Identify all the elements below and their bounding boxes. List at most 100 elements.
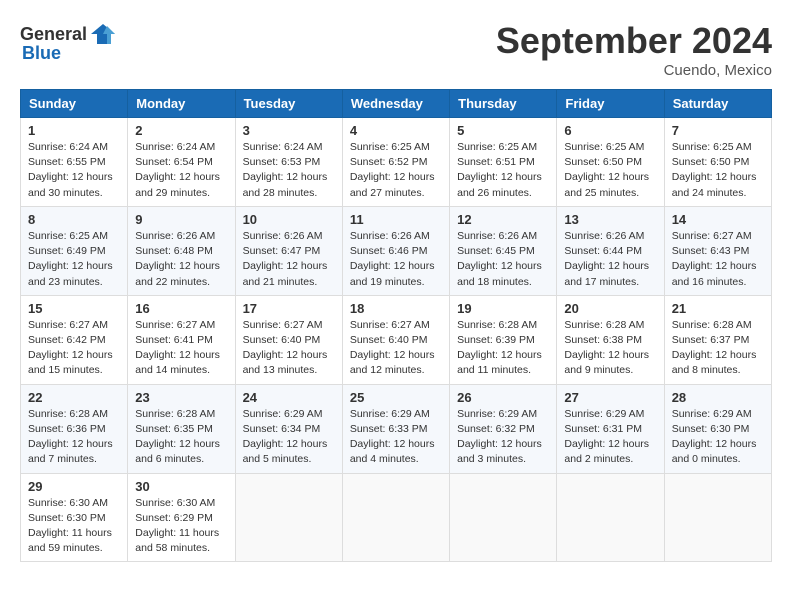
sunrise-label: Sunrise: 6:29 AM	[564, 408, 644, 420]
sunset-label: Sunset: 6:42 PM	[28, 334, 106, 346]
day-info: Sunrise: 6:27 AM Sunset: 6:41 PM Dayligh…	[135, 318, 227, 379]
sunset-label: Sunset: 6:48 PM	[135, 245, 213, 257]
day-number: 9	[135, 212, 227, 227]
day-of-week-header: Wednesday	[342, 90, 449, 118]
sunrise-label: Sunrise: 6:30 AM	[135, 497, 215, 509]
sunset-label: Sunset: 6:37 PM	[672, 334, 750, 346]
title-block: September 2024 Cuendo, Mexico	[496, 20, 772, 79]
calendar-day-cell: 15 Sunrise: 6:27 AM Sunset: 6:42 PM Dayl…	[21, 295, 128, 384]
calendar-day-cell: 23 Sunrise: 6:28 AM Sunset: 6:35 PM Dayl…	[128, 384, 235, 473]
sunset-label: Sunset: 6:53 PM	[243, 156, 321, 168]
calendar-day-cell	[342, 473, 449, 562]
day-number: 15	[28, 301, 120, 316]
daylight-label: Daylight: 12 hours and 24 minutes.	[672, 171, 757, 198]
daylight-label: Daylight: 12 hours and 18 minutes.	[457, 260, 542, 287]
calendar-day-cell: 24 Sunrise: 6:29 AM Sunset: 6:34 PM Dayl…	[235, 384, 342, 473]
sunrise-label: Sunrise: 6:25 AM	[564, 141, 644, 153]
daylight-label: Daylight: 12 hours and 27 minutes.	[350, 171, 435, 198]
day-info: Sunrise: 6:26 AM Sunset: 6:45 PM Dayligh…	[457, 229, 549, 290]
sunset-label: Sunset: 6:49 PM	[28, 245, 106, 257]
day-number: 17	[243, 301, 335, 316]
logo-text-general: General	[20, 25, 87, 43]
calendar-day-cell: 3 Sunrise: 6:24 AM Sunset: 6:53 PM Dayli…	[235, 118, 342, 207]
day-info: Sunrise: 6:27 AM Sunset: 6:43 PM Dayligh…	[672, 229, 764, 290]
day-info: Sunrise: 6:29 AM Sunset: 6:33 PM Dayligh…	[350, 407, 442, 468]
day-number: 22	[28, 390, 120, 405]
day-info: Sunrise: 6:29 AM Sunset: 6:34 PM Dayligh…	[243, 407, 335, 468]
sunset-label: Sunset: 6:43 PM	[672, 245, 750, 257]
sunrise-label: Sunrise: 6:29 AM	[457, 408, 537, 420]
daylight-label: Daylight: 12 hours and 9 minutes.	[564, 349, 649, 376]
daylight-label: Daylight: 12 hours and 3 minutes.	[457, 438, 542, 465]
daylight-label: Daylight: 12 hours and 15 minutes.	[28, 349, 113, 376]
daylight-label: Daylight: 12 hours and 7 minutes.	[28, 438, 113, 465]
sunset-label: Sunset: 6:50 PM	[672, 156, 750, 168]
calendar-day-cell: 28 Sunrise: 6:29 AM Sunset: 6:30 PM Dayl…	[664, 384, 771, 473]
calendar-day-cell: 18 Sunrise: 6:27 AM Sunset: 6:40 PM Dayl…	[342, 295, 449, 384]
sunset-label: Sunset: 6:40 PM	[350, 334, 428, 346]
sunrise-label: Sunrise: 6:26 AM	[135, 230, 215, 242]
day-number: 28	[672, 390, 764, 405]
day-number: 29	[28, 479, 120, 494]
calendar-day-cell: 27 Sunrise: 6:29 AM Sunset: 6:31 PM Dayl…	[557, 384, 664, 473]
day-of-week-header: Tuesday	[235, 90, 342, 118]
calendar-day-cell: 1 Sunrise: 6:24 AM Sunset: 6:55 PM Dayli…	[21, 118, 128, 207]
calendar-day-cell: 5 Sunrise: 6:25 AM Sunset: 6:51 PM Dayli…	[450, 118, 557, 207]
daylight-label: Daylight: 12 hours and 6 minutes.	[135, 438, 220, 465]
daylight-label: Daylight: 12 hours and 12 minutes.	[350, 349, 435, 376]
sunrise-label: Sunrise: 6:25 AM	[672, 141, 752, 153]
day-info: Sunrise: 6:30 AM Sunset: 6:29 PM Dayligh…	[135, 496, 227, 557]
day-number: 19	[457, 301, 549, 316]
day-info: Sunrise: 6:29 AM Sunset: 6:31 PM Dayligh…	[564, 407, 656, 468]
sunset-label: Sunset: 6:34 PM	[243, 423, 321, 435]
sunrise-label: Sunrise: 6:26 AM	[350, 230, 430, 242]
calendar-day-cell: 6 Sunrise: 6:25 AM Sunset: 6:50 PM Dayli…	[557, 118, 664, 207]
calendar-day-cell	[557, 473, 664, 562]
sunset-label: Sunset: 6:31 PM	[564, 423, 642, 435]
sunrise-label: Sunrise: 6:30 AM	[28, 497, 108, 509]
sunrise-label: Sunrise: 6:27 AM	[135, 319, 215, 331]
day-info: Sunrise: 6:25 AM Sunset: 6:51 PM Dayligh…	[457, 140, 549, 201]
sunset-label: Sunset: 6:54 PM	[135, 156, 213, 168]
daylight-label: Daylight: 12 hours and 29 minutes.	[135, 171, 220, 198]
day-info: Sunrise: 6:29 AM Sunset: 6:30 PM Dayligh…	[672, 407, 764, 468]
sunset-label: Sunset: 6:38 PM	[564, 334, 642, 346]
sunset-label: Sunset: 6:30 PM	[672, 423, 750, 435]
day-number: 30	[135, 479, 227, 494]
daylight-label: Daylight: 12 hours and 21 minutes.	[243, 260, 328, 287]
month-year-title: September 2024	[496, 20, 772, 62]
sunrise-label: Sunrise: 6:27 AM	[350, 319, 430, 331]
day-info: Sunrise: 6:25 AM Sunset: 6:52 PM Dayligh…	[350, 140, 442, 201]
sunset-label: Sunset: 6:52 PM	[350, 156, 428, 168]
day-info: Sunrise: 6:24 AM Sunset: 6:54 PM Dayligh…	[135, 140, 227, 201]
daylight-label: Daylight: 12 hours and 8 minutes.	[672, 349, 757, 376]
calendar-day-cell	[235, 473, 342, 562]
sunrise-label: Sunrise: 6:28 AM	[457, 319, 537, 331]
day-number: 21	[672, 301, 764, 316]
day-info: Sunrise: 6:25 AM Sunset: 6:50 PM Dayligh…	[672, 140, 764, 201]
sunrise-label: Sunrise: 6:24 AM	[243, 141, 323, 153]
calendar-week-row: 29 Sunrise: 6:30 AM Sunset: 6:30 PM Dayl…	[21, 473, 772, 562]
day-info: Sunrise: 6:28 AM Sunset: 6:39 PM Dayligh…	[457, 318, 549, 379]
sunrise-label: Sunrise: 6:27 AM	[28, 319, 108, 331]
day-info: Sunrise: 6:29 AM Sunset: 6:32 PM Dayligh…	[457, 407, 549, 468]
day-number: 13	[564, 212, 656, 227]
day-info: Sunrise: 6:25 AM Sunset: 6:49 PM Dayligh…	[28, 229, 120, 290]
calendar-week-row: 15 Sunrise: 6:27 AM Sunset: 6:42 PM Dayl…	[21, 295, 772, 384]
daylight-label: Daylight: 12 hours and 4 minutes.	[350, 438, 435, 465]
day-number: 11	[350, 212, 442, 227]
sunset-label: Sunset: 6:35 PM	[135, 423, 213, 435]
calendar-day-cell: 30 Sunrise: 6:30 AM Sunset: 6:29 PM Dayl…	[128, 473, 235, 562]
sunrise-label: Sunrise: 6:28 AM	[135, 408, 215, 420]
day-number: 18	[350, 301, 442, 316]
calendar-header-row: SundayMondayTuesdayWednesdayThursdayFrid…	[21, 90, 772, 118]
daylight-label: Daylight: 12 hours and 5 minutes.	[243, 438, 328, 465]
sunset-label: Sunset: 6:47 PM	[243, 245, 321, 257]
sunrise-label: Sunrise: 6:28 AM	[564, 319, 644, 331]
daylight-label: Daylight: 12 hours and 22 minutes.	[135, 260, 220, 287]
daylight-label: Daylight: 12 hours and 2 minutes.	[564, 438, 649, 465]
calendar-day-cell	[664, 473, 771, 562]
calendar-day-cell: 8 Sunrise: 6:25 AM Sunset: 6:49 PM Dayli…	[21, 206, 128, 295]
day-info: Sunrise: 6:25 AM Sunset: 6:50 PM Dayligh…	[564, 140, 656, 201]
calendar-week-row: 8 Sunrise: 6:25 AM Sunset: 6:49 PM Dayli…	[21, 206, 772, 295]
